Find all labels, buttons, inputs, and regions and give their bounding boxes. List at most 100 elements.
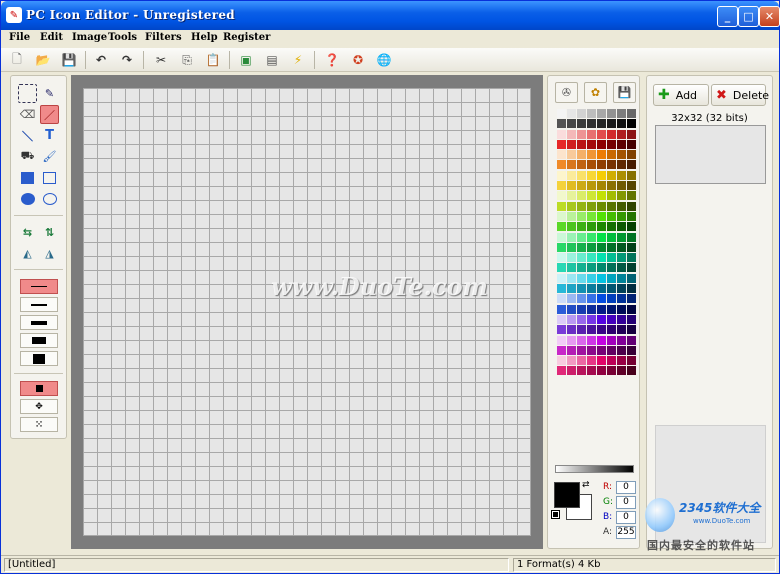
palette-swatch[interactable] [617, 150, 626, 160]
palette-swatch[interactable] [567, 232, 576, 242]
palette-swatch[interactable] [617, 139, 626, 149]
palette-swatch[interactable] [577, 242, 586, 252]
palette-swatch[interactable] [597, 366, 606, 376]
palette-swatch[interactable] [567, 109, 576, 118]
palette-swatch[interactable] [587, 356, 596, 366]
palette-swatch[interactable] [627, 129, 636, 139]
palette-swatch[interactable] [607, 294, 616, 304]
palette-swatch[interactable] [597, 273, 606, 283]
palette-swatch[interactable] [587, 222, 596, 232]
palette-swatch[interactable] [617, 211, 626, 221]
palette-swatch[interactable] [597, 150, 606, 160]
palette-swatch[interactable] [627, 232, 636, 242]
palette-swatch[interactable] [597, 314, 606, 324]
palette-swatch[interactable] [627, 170, 636, 180]
palette-swatch[interactable] [557, 150, 566, 160]
palette-swatch[interactable] [567, 263, 576, 273]
red-field[interactable]: 0 [616, 481, 636, 494]
palette-swatch[interactable] [567, 201, 576, 211]
gradient-bar[interactable] [555, 465, 634, 473]
green-field[interactable]: 0 [616, 496, 636, 509]
palette-swatch[interactable] [587, 294, 596, 304]
palette-swatch[interactable] [567, 119, 576, 129]
palette-swatch[interactable] [587, 253, 596, 263]
palette-swatch[interactable] [567, 211, 576, 221]
menu-tools[interactable]: Tools [108, 32, 137, 43]
palette-swatch[interactable] [597, 345, 606, 355]
palette-swatch[interactable] [577, 284, 586, 294]
palette-swatch[interactable] [587, 191, 596, 201]
palette-swatch[interactable] [607, 335, 616, 345]
foreground-color[interactable] [554, 482, 580, 508]
close-button[interactable]: ✕ [759, 6, 780, 27]
palette-swatch[interactable] [607, 129, 616, 139]
globe-icon[interactable]: 🌐 [375, 51, 393, 69]
palette-swatch[interactable] [627, 273, 636, 283]
palette-swatch[interactable] [557, 253, 566, 263]
palette-swatch[interactable] [607, 314, 616, 324]
palette-swatch[interactable] [607, 181, 616, 191]
palette-swatch[interactable] [597, 201, 606, 211]
palette-swatch[interactable] [567, 170, 576, 180]
palette-swatch[interactable] [627, 119, 636, 129]
palette-swatch[interactable] [627, 345, 636, 355]
palette-swatch[interactable] [577, 294, 586, 304]
palette-swatch[interactable] [607, 232, 616, 242]
palette-swatch[interactable] [557, 263, 566, 273]
palette-swatch[interactable] [577, 129, 586, 139]
palette-swatch[interactable] [567, 314, 576, 324]
palette-swatch[interactable] [557, 345, 566, 355]
palette-swatch[interactable] [597, 222, 606, 232]
filled-rect-icon[interactable] [18, 168, 37, 187]
new-icon[interactable]: 🗋 [8, 51, 26, 69]
brush-icon[interactable]: ／ [40, 105, 59, 124]
palette-swatch[interactable] [587, 242, 596, 252]
swap-colors-icon[interactable]: ⇄ [582, 480, 590, 490]
menu-filters[interactable]: Filters [145, 32, 182, 43]
palette-swatch[interactable] [587, 129, 596, 139]
palette-swatch[interactable] [557, 356, 566, 366]
flip-vertical-icon[interactable]: ⇅ [40, 223, 59, 242]
palette-swatch[interactable] [617, 242, 626, 252]
palette-swatch[interactable] [617, 304, 626, 314]
text-icon[interactable]: T [40, 126, 59, 145]
palette-swatch[interactable] [597, 211, 606, 221]
palette-swatch[interactable] [567, 335, 576, 345]
ellipse-icon[interactable] [40, 189, 59, 208]
palette-swatch[interactable] [567, 345, 576, 355]
palette-swatch[interactable] [627, 222, 636, 232]
palette-swatch[interactable] [607, 325, 616, 335]
palette-swatch[interactable] [597, 129, 606, 139]
save-palette-icon[interactable]: 💾 [613, 82, 636, 103]
palette-swatch[interactable] [557, 109, 566, 118]
palette-swatch[interactable] [597, 335, 606, 345]
palette-swatch[interactable] [627, 366, 636, 376]
help-icon[interactable]: ❓ [323, 51, 341, 69]
palette-swatch[interactable] [577, 150, 586, 160]
palette-swatch[interactable] [627, 325, 636, 335]
palette-swatch[interactable] [567, 294, 576, 304]
palette-swatch[interactable] [577, 201, 586, 211]
palette-swatch[interactable] [607, 222, 616, 232]
reset-colors-icon[interactable] [551, 510, 560, 519]
line-width-2[interactable] [20, 297, 58, 312]
lightning-icon[interactable]: ⚡ [289, 51, 307, 69]
palette-swatch[interactable] [617, 253, 626, 263]
pencil-icon[interactable]: ✎ [40, 84, 59, 103]
cut-icon[interactable]: ✂ [152, 51, 170, 69]
menu-file[interactable]: File [9, 32, 30, 43]
palette-swatch[interactable] [587, 345, 596, 355]
palette-swatch[interactable] [607, 211, 616, 221]
palette-swatch[interactable] [587, 170, 596, 180]
palette-swatch[interactable] [597, 304, 606, 314]
palette-swatch[interactable] [627, 150, 636, 160]
palette-swatch[interactable] [617, 273, 626, 283]
palette-swatch[interactable] [587, 273, 596, 283]
palette-swatch[interactable] [627, 139, 636, 149]
palette-swatch[interactable] [557, 181, 566, 191]
palette-swatch[interactable] [617, 181, 626, 191]
palette-swatch[interactable] [617, 345, 626, 355]
palette-swatch[interactable] [577, 119, 586, 129]
palette-swatch[interactable] [597, 263, 606, 273]
palette-swatch[interactable] [577, 181, 586, 191]
